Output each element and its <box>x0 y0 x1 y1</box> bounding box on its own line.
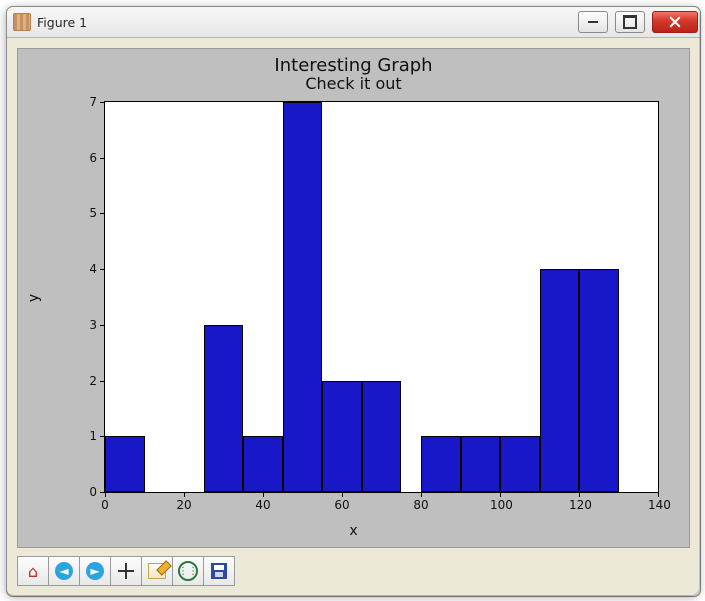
x-axis-label: x <box>18 523 689 539</box>
close-button[interactable] <box>652 11 698 33</box>
figure-window: Figure 1 Interesting Graph Check it out … <box>6 6 701 597</box>
bar <box>579 269 619 492</box>
x-tick-label: 100 <box>490 498 510 512</box>
x-tick-label: 40 <box>253 498 273 512</box>
minimize-icon <box>588 21 598 23</box>
bar <box>105 436 145 492</box>
y-tick-label: 7 <box>89 95 97 109</box>
x-tick-label: 0 <box>95 498 115 512</box>
y-tick-label: 0 <box>89 485 97 499</box>
bar <box>243 436 283 492</box>
titlebar[interactable]: Figure 1 <box>7 7 700 38</box>
pan-button[interactable] <box>110 556 142 586</box>
back-button[interactable]: ◄ <box>48 556 80 586</box>
y-tick-label: 4 <box>89 262 97 276</box>
back-icon: ◄ <box>55 562 73 580</box>
y-tick-label: 6 <box>89 151 97 165</box>
close-icon <box>669 16 681 28</box>
forward-button[interactable]: ► <box>79 556 111 586</box>
maximize-button[interactable] <box>615 11 645 33</box>
bar <box>322 381 362 492</box>
bar <box>421 436 461 492</box>
minimize-button[interactable] <box>578 11 608 33</box>
save-button[interactable] <box>203 556 235 586</box>
y-tick-label: 2 <box>89 374 97 388</box>
bar <box>204 325 244 492</box>
pan-icon <box>118 563 134 579</box>
y-tick-label: 5 <box>89 206 97 220</box>
plot-area <box>104 101 659 493</box>
figure-canvas[interactable]: Interesting Graph Check it out y x 02040… <box>17 48 690 548</box>
toolbar: ⌂ ◄ ► ⋮⋮ <box>17 556 690 586</box>
chart-subtitle: Check it out <box>18 74 689 93</box>
x-tick-label: 120 <box>569 498 589 512</box>
x-tick-label: 80 <box>411 498 431 512</box>
home-icon: ⌂ <box>28 562 38 581</box>
maximize-icon <box>623 15 637 29</box>
x-tick-label: 60 <box>332 498 352 512</box>
bar <box>461 436 501 492</box>
home-button[interactable]: ⌂ <box>17 556 49 586</box>
window-title: Figure 1 <box>37 15 571 30</box>
config-icon: ⋮⋮ <box>178 561 198 581</box>
bar <box>283 102 323 492</box>
x-tick-label: 20 <box>174 498 194 512</box>
forward-icon: ► <box>86 562 104 580</box>
bar <box>500 436 540 492</box>
save-icon <box>211 563 227 579</box>
app-icon <box>13 13 31 31</box>
bar <box>362 381 402 492</box>
edit-button[interactable] <box>141 556 173 586</box>
subplots-button[interactable]: ⋮⋮ <box>172 556 204 586</box>
y-tick-label: 3 <box>89 318 97 332</box>
x-tick-label: 140 <box>648 498 668 512</box>
y-axis-label: y <box>26 294 42 302</box>
chart-title: Interesting Graph <box>18 55 689 76</box>
y-tick-label: 1 <box>89 429 97 443</box>
bar <box>540 269 580 492</box>
edit-icon <box>148 563 166 579</box>
